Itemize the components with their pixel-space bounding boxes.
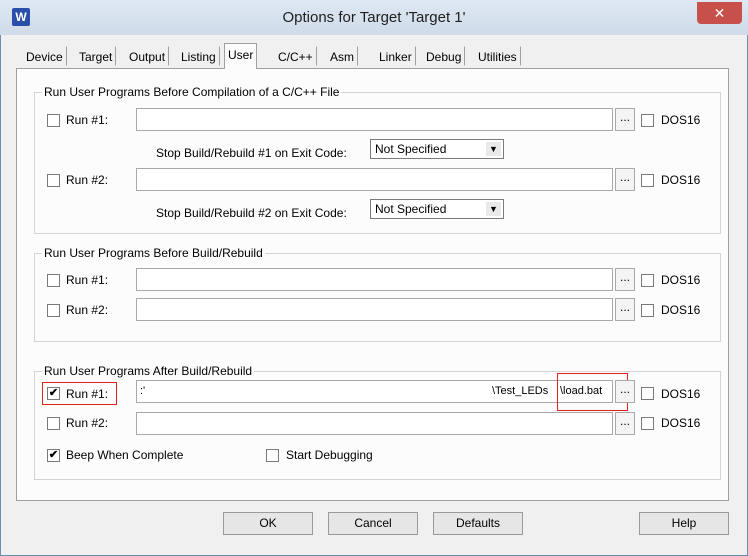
window-title: Options for Target 'Target 1' (282, 9, 466, 26)
run2-checkbox[interactable] (47, 304, 60, 317)
run1-label: Run #1: (66, 273, 109, 287)
run1-command-field[interactable]: :' \Test_LEDs \load.bat (136, 380, 613, 403)
command-prefix: :' (140, 385, 146, 397)
dos16-label: DOS16 (661, 273, 701, 287)
command-path: \Test_LEDs (492, 385, 549, 397)
dos16-checkbox[interactable] (641, 274, 654, 287)
browse-button[interactable]: ... (615, 298, 635, 321)
tab-user[interactable]: User (224, 43, 258, 69)
tab-debug[interactable]: Debug (422, 46, 466, 66)
dos16-label: DOS16 (661, 416, 701, 430)
dos16-label: DOS16 (661, 173, 701, 187)
group-title: Run User Programs After Build/Rebuild (42, 364, 255, 378)
tab-device[interactable]: Device (22, 46, 67, 66)
run1-checkbox[interactable] (47, 114, 60, 127)
dos16-checkbox[interactable] (641, 417, 654, 430)
browse-button[interactable]: ... (615, 412, 635, 435)
browse-button[interactable]: ... (615, 268, 635, 291)
chevron-down-icon: ▼ (486, 202, 501, 216)
dos16-checkbox[interactable] (641, 114, 654, 127)
run1-label: Run #1: (66, 387, 109, 401)
tab-asm[interactable]: Asm (326, 46, 358, 66)
tab-c-cpp[interactable]: C/C++ (274, 46, 317, 66)
beep-label: Beep When Complete (66, 448, 184, 462)
start-debugging-label: Start Debugging (286, 448, 373, 462)
run2-checkbox[interactable] (47, 417, 60, 430)
stop-code-label: Stop Build/Rebuild #1 on Exit Code: (156, 146, 347, 160)
run1-command-field[interactable] (136, 268, 613, 291)
run1-label: Run #1: (66, 113, 109, 127)
ok-button[interactable]: OK (223, 512, 313, 535)
group-title: Run User Programs Before Compilation of … (42, 85, 342, 99)
run2-checkbox[interactable] (47, 174, 60, 187)
tab-output[interactable]: Output (125, 46, 170, 66)
group-title: Run User Programs Before Build/Rebuild (42, 246, 265, 260)
exit-code-value: Not Specified (375, 142, 447, 156)
tab-utilities[interactable]: Utilities (474, 46, 521, 66)
run1-checkbox[interactable] (47, 274, 60, 287)
run2-command-field[interactable] (136, 168, 613, 191)
dos16-label: DOS16 (661, 113, 701, 127)
start-debugging-checkbox[interactable] (266, 449, 279, 462)
run2-command-field[interactable] (136, 298, 613, 321)
stop-code-label: Stop Build/Rebuild #2 on Exit Code: (156, 206, 347, 220)
chevron-down-icon: ▼ (486, 142, 501, 156)
tab-target[interactable]: Target (75, 46, 117, 66)
dos16-checkbox[interactable] (641, 304, 654, 317)
browse-button[interactable]: ... (615, 108, 635, 131)
dos16-checkbox[interactable] (641, 387, 654, 400)
dos16-label: DOS16 (661, 303, 701, 317)
browse-button[interactable]: ... (615, 168, 635, 191)
help-button[interactable]: Help (639, 512, 729, 535)
browse-button[interactable]: ... (615, 380, 635, 403)
run2-command-field[interactable] (136, 412, 613, 435)
beep-checkbox[interactable]: ✔ (47, 449, 60, 462)
close-button[interactable]: ✕ (697, 2, 742, 24)
dos16-label: DOS16 (661, 387, 701, 401)
run2-label: Run #2: (66, 416, 109, 430)
run1-checkbox[interactable]: ✔ (47, 387, 60, 400)
tab-linker[interactable]: Linker (375, 46, 416, 66)
run1-command-field[interactable] (136, 108, 613, 131)
exit-code-value: Not Specified (375, 202, 447, 216)
dos16-checkbox[interactable] (641, 174, 654, 187)
cancel-button[interactable]: Cancel (328, 512, 418, 535)
exit-code-select[interactable]: Not Specified ▼ (370, 139, 504, 159)
defaults-button[interactable]: Defaults (433, 512, 523, 535)
run2-label: Run #2: (66, 173, 109, 187)
run2-label: Run #2: (66, 303, 109, 317)
exit-code-select[interactable]: Not Specified ▼ (370, 199, 504, 219)
tab-listing[interactable]: Listing (177, 46, 220, 66)
